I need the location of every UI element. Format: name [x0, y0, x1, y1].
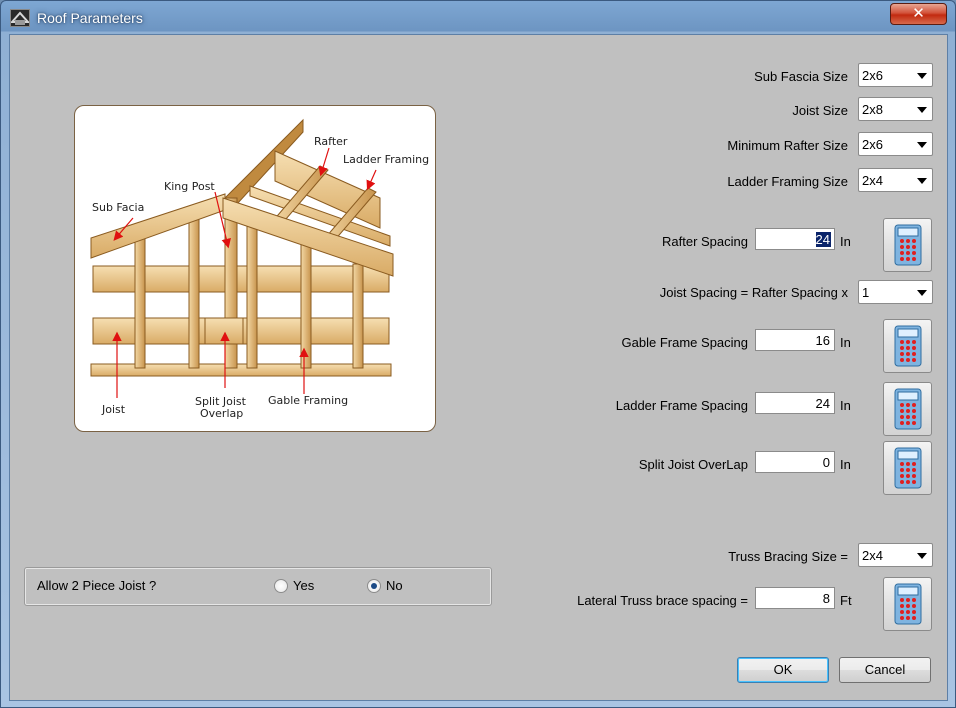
no-label[interactable]: No	[386, 578, 403, 593]
split-joist-overlap-unit: In	[840, 457, 851, 472]
joist-size-select[interactable]: 2x8	[858, 97, 933, 121]
joist-size-value: 2x8	[862, 102, 883, 117]
title-bar[interactable]: Roof Parameters ✕	[1, 1, 955, 35]
lateral-truss-brace-spacing-label: Lateral Truss brace spacing =	[577, 593, 748, 608]
ladder-frame-spacing-unit: In	[840, 398, 851, 413]
allow-two-piece-joist-yes-radio[interactable]	[274, 579, 288, 593]
label-ladder-framing: Ladder Framing	[343, 153, 430, 166]
label-king-post: King Post	[164, 180, 215, 193]
min-rafter-size-select[interactable]: 2x6	[858, 132, 933, 156]
window-title: Roof Parameters	[37, 10, 143, 26]
chevron-down-icon	[917, 178, 927, 184]
yes-label[interactable]: Yes	[293, 578, 314, 593]
gable-frame-spacing-unit: In	[840, 335, 851, 350]
chevron-down-icon	[917, 107, 927, 113]
chevron-down-icon	[917, 73, 927, 79]
roof-app-icon	[10, 9, 30, 27]
ok-button[interactable]: OK	[737, 657, 829, 683]
ladder-frame-spacing-input[interactable]	[755, 392, 835, 414]
label-sub-facia: Sub Facia	[92, 201, 145, 214]
split-joist-overlap-field[interactable]	[756, 452, 834, 472]
roof-framing-diagram: Rafter Ladder Framing King Post Sub Faci…	[74, 105, 436, 432]
truss-bracing-size-value: 2x4	[862, 548, 883, 563]
calculator-icon	[894, 224, 922, 266]
calculator-icon	[894, 388, 922, 430]
joist-spacing-multiplier-select[interactable]: 1	[858, 280, 933, 304]
calculator-icon	[894, 447, 922, 489]
lateral-truss-brace-spacing-field[interactable]	[756, 588, 834, 608]
min-rafter-size-label: Minimum Rafter Size	[727, 138, 848, 153]
rafter-spacing-unit: In	[840, 234, 851, 249]
calculator-icon	[894, 583, 922, 625]
chevron-down-icon	[917, 142, 927, 148]
joist-spacing-multiplier-value: 1	[862, 285, 870, 300]
lateral-truss-brace-spacing-unit: Ft	[840, 593, 852, 608]
lateral-truss-brace-calculator-button[interactable]	[883, 577, 932, 631]
rafter-spacing-calculator-button[interactable]	[883, 218, 932, 272]
ladder-framing-size-select[interactable]: 2x4	[858, 168, 933, 192]
sub-fascia-size-label: Sub Fascia Size	[754, 69, 848, 84]
label-joist: Joist	[102, 403, 126, 416]
gable-frame-spacing-calculator-button[interactable]	[883, 319, 932, 373]
chevron-down-icon	[917, 290, 927, 296]
lateral-truss-brace-spacing-input[interactable]	[755, 587, 835, 609]
sub-fascia-size-select[interactable]: 2x6	[858, 63, 933, 87]
close-icon: ✕	[912, 5, 925, 22]
calculator-icon	[894, 325, 922, 367]
chevron-down-icon	[917, 553, 927, 559]
close-button[interactable]: ✕	[890, 3, 947, 25]
allow-two-piece-joist-group: Allow 2 Piece Joist ? Yes No	[24, 567, 492, 606]
split-joist-overlap-label: Split Joist OverLap	[638, 457, 748, 472]
roof-parameters-window: Roof Parameters ✕ Rafter Ladder Framing …	[0, 0, 956, 708]
sub-fascia-size-value: 2x6	[862, 68, 883, 83]
rafter-spacing-input[interactable]	[755, 228, 835, 250]
label-overlap: Overlap	[200, 407, 244, 420]
min-rafter-size-value: 2x6	[862, 137, 883, 152]
ladder-frame-spacing-calculator-button[interactable]	[883, 382, 932, 436]
ladder-framing-size-label: Ladder Framing Size	[727, 174, 848, 189]
split-joist-overlap-calculator-button[interactable]	[883, 441, 932, 495]
ladder-frame-spacing-label: Ladder Frame Spacing	[615, 398, 748, 413]
gable-frame-spacing-input[interactable]	[755, 329, 835, 351]
label-rafter: Rafter	[314, 135, 348, 148]
ladder-frame-spacing-field[interactable]	[756, 393, 834, 413]
allow-two-piece-joist-question: Allow 2 Piece Joist ?	[37, 578, 157, 593]
gable-frame-spacing-field[interactable]	[756, 330, 834, 350]
allow-two-piece-joist-no-radio[interactable]	[367, 579, 381, 593]
rafter-spacing-label: Rafter Spacing	[662, 234, 748, 249]
dialog-body: Rafter Ladder Framing King Post Sub Faci…	[9, 34, 948, 701]
rafter-spacing-field[interactable]	[756, 229, 834, 249]
split-joist-overlap-input[interactable]	[755, 451, 835, 473]
truss-bracing-size-label: Truss Bracing Size =	[728, 549, 848, 564]
truss-bracing-size-select[interactable]: 2x4	[858, 543, 933, 567]
label-gable-framing: Gable Framing	[268, 394, 349, 407]
gable-frame-spacing-label: Gable Frame Spacing	[621, 335, 748, 350]
joist-size-label: Joist Size	[792, 103, 848, 118]
joist-spacing-label: Joist Spacing = Rafter Spacing x	[659, 285, 848, 300]
ladder-framing-size-value: 2x4	[862, 173, 883, 188]
cancel-button[interactable]: Cancel	[839, 657, 931, 683]
